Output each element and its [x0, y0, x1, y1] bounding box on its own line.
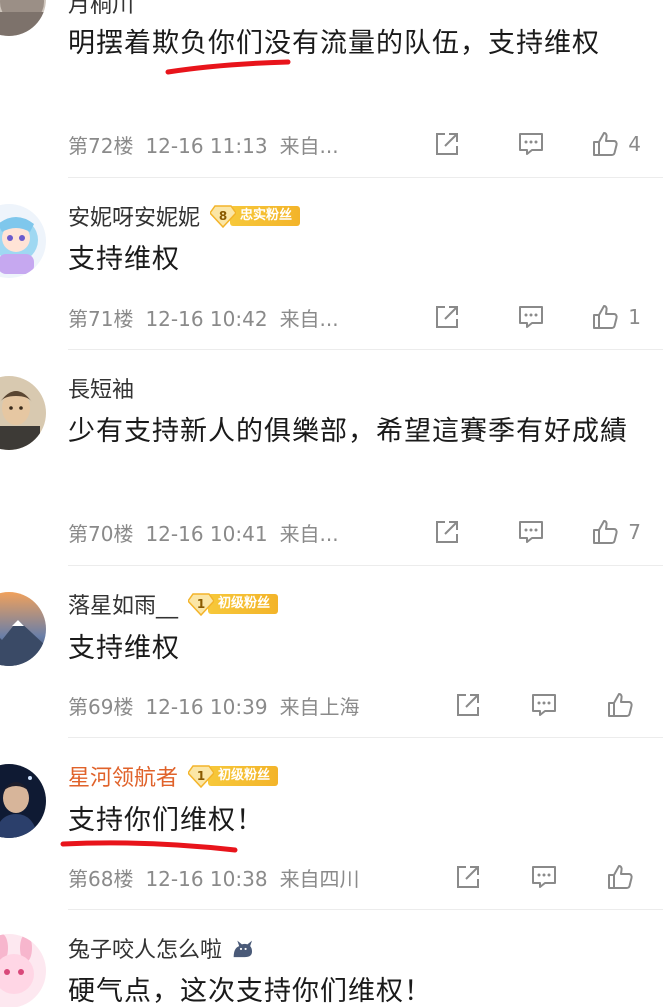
badge-level: 1	[196, 769, 206, 783]
post-location: 来自上海	[279, 694, 360, 719]
thumbs-up-icon	[608, 693, 633, 717]
badge-level: 1	[196, 597, 206, 611]
comment-text: 少有支持新人的俱樂部，希望這賽季有好成績	[68, 416, 628, 447]
share-icon	[436, 521, 459, 543]
floor-number: 第72楼	[68, 133, 134, 158]
badge-label: 初级粉丝	[208, 594, 279, 614]
floor-number: 第69楼	[68, 694, 134, 719]
post-time: 12-16 10:41	[145, 521, 268, 546]
share-button[interactable]	[453, 690, 483, 720]
thumbs-up-icon	[608, 865, 633, 889]
avatar[interactable]	[0, 376, 46, 450]
avatar[interactable]	[0, 0, 46, 36]
avatar[interactable]	[0, 934, 46, 1007]
share-icon	[457, 866, 479, 888]
comment-icon	[519, 133, 544, 155]
post-location: 来自...	[279, 306, 339, 331]
share-button[interactable]	[453, 862, 483, 892]
comment-text: 支持维权	[68, 244, 180, 275]
avatar[interactable]	[0, 592, 46, 666]
like-count: 1	[628, 305, 641, 329]
fan-badge[interactable]: 8 忠实粉丝	[210, 205, 301, 228]
share-icon	[457, 694, 479, 716]
like-button[interactable]: 7	[590, 517, 641, 547]
post-location: 来自...	[279, 133, 339, 158]
comment-meta: 第71楼 12-16 10:42 来自... 1	[68, 301, 663, 333]
username[interactable]: 長短袖	[68, 372, 134, 404]
thumbs-up-icon	[593, 305, 618, 329]
cat-icon	[233, 940, 253, 958]
reply-button[interactable]	[516, 302, 546, 332]
fan-badge[interactable]: 1 初级粉丝	[188, 593, 279, 616]
divider	[68, 177, 663, 178]
divider	[68, 349, 663, 350]
share-button[interactable]	[432, 129, 462, 159]
fan-badge[interactable]: 1 初级粉丝	[188, 765, 279, 788]
reply-button[interactable]	[529, 690, 559, 720]
share-button[interactable]	[432, 302, 462, 332]
comment-meta: 第68楼 12-16 10:38 来自四川	[68, 861, 663, 893]
floor-number: 第71楼	[68, 306, 134, 331]
reply-button[interactable]	[516, 129, 546, 159]
comment-text: 明摆着欺负你们没有流量的队伍，支持维权	[68, 28, 600, 59]
avatar[interactable]	[0, 764, 46, 838]
post-time: 12-16 10:42	[145, 306, 268, 331]
divider	[68, 565, 663, 566]
comment-icon	[519, 521, 544, 543]
comment-text: 硬气点，这次支持你们维权！	[68, 976, 432, 1007]
floor-number: 第70楼	[68, 521, 134, 546]
avatar[interactable]	[0, 204, 46, 278]
post-time: 12-16 11:13	[145, 133, 268, 158]
badge-label: 初级粉丝	[208, 766, 279, 786]
badge-label: 忠实粉丝	[230, 206, 301, 226]
comment-icon	[532, 866, 556, 888]
thumbs-up-icon	[593, 520, 618, 544]
floor-number: 第68楼	[68, 866, 134, 891]
like-button[interactable]	[605, 690, 635, 720]
share-icon	[436, 133, 459, 155]
comment-meta: 第69楼 12-16 10:39 来自上海	[68, 689, 663, 721]
like-count: 4	[628, 132, 641, 156]
reply-button[interactable]	[516, 517, 546, 547]
badge-level: 8	[218, 209, 228, 223]
like-button[interactable]	[605, 862, 635, 892]
post-location: 来自...	[279, 521, 339, 546]
like-count: 7	[628, 520, 641, 544]
comment-icon	[532, 694, 556, 716]
post-location: 来自四川	[279, 866, 360, 891]
share-button[interactable]	[432, 517, 462, 547]
username[interactable]: 月桐川	[68, 0, 134, 19]
comment-text: 支持维权	[68, 633, 180, 664]
username[interactable]: 落星如雨__	[68, 588, 178, 620]
divider	[68, 909, 663, 910]
post-time: 12-16 10:38	[145, 866, 268, 891]
username[interactable]: 安妮呀安妮妮	[68, 200, 200, 232]
divider	[68, 737, 663, 738]
username[interactable]: 星河领航者	[68, 760, 178, 792]
reply-button[interactable]	[529, 862, 559, 892]
comment-icon	[519, 306, 544, 328]
like-button[interactable]: 1	[590, 302, 641, 332]
post-time: 12-16 10:39	[145, 694, 268, 719]
comment-meta: 第70楼 12-16 10:41 来自... 7	[68, 516, 663, 548]
comment-meta: 第72楼 12-16 11:13 来自... 4	[68, 128, 663, 160]
share-icon	[436, 306, 459, 328]
thumbs-up-icon	[593, 132, 618, 156]
comment-text: 支持你们维权！	[68, 805, 264, 836]
like-button[interactable]: 4	[590, 129, 641, 159]
username[interactable]: 兔子咬人怎么啦	[68, 932, 222, 964]
